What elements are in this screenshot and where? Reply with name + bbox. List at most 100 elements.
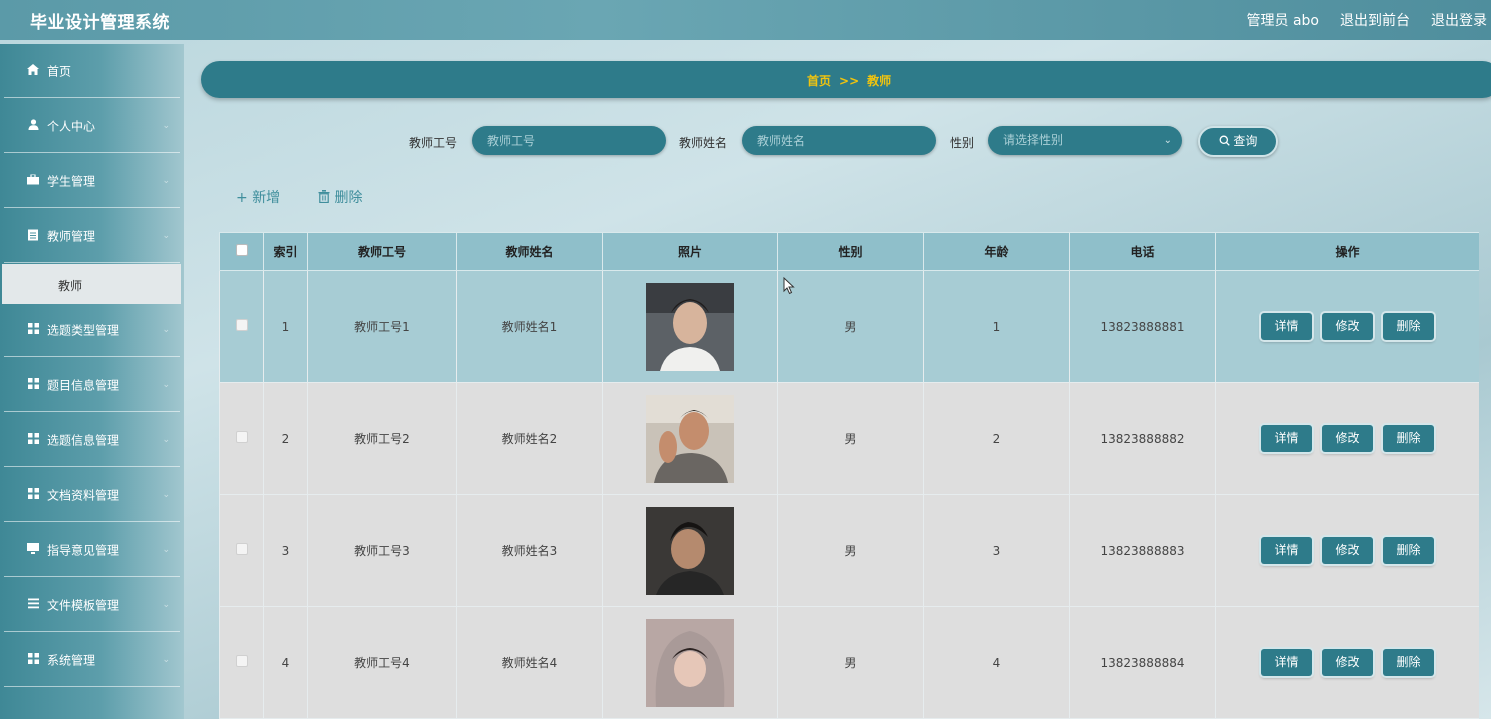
grid-icon [26,487,40,502]
grid-icon [26,377,40,392]
sidebar-item-label: 文件模板管理 [47,598,120,612]
teacher-id-cell: 教师工号1 [307,270,457,383]
chevron-up-icon: ⌄ [162,230,170,241]
sidebar-item-topic-type-management[interactable]: 选题类型管理 ⌄ [4,303,180,357]
exit-to-frontend-link[interactable]: 退出到前台 [1340,10,1410,30]
teacher-photo[interactable] [646,618,734,707]
index-cell: 3 [263,494,308,607]
sidebar-item-label: 题目信息管理 [47,378,120,392]
table-row[interactable]: 2 教师工号2 教师姓名2 男 2 13823888882 详情 修改 删除 [219,382,1479,495]
teacher-photo[interactable] [646,506,734,595]
row-select-cell [219,382,264,495]
chevron-down-icon: ⌄ [162,120,170,131]
admin-user-label[interactable]: 管理员 abo [1247,10,1319,30]
teacher-name-cell: 教师姓名1 [456,270,603,383]
teacher-table: 索引 教师工号 教师姓名 照片 性别 年龄 电话 操作 1 教师工号1 教师姓名… [219,232,1479,719]
sidebar-item-label: 学生管理 [47,174,96,188]
sidebar-item-label: 文档资料管理 [47,488,120,502]
column-header: 操作 [1215,232,1479,271]
grid-icon [26,652,40,667]
teacher-name-cell: 教师姓名2 [456,382,603,495]
sidebar-item-home[interactable]: 首页 [4,44,180,98]
delete-button[interactable]: 删除 [1383,425,1434,452]
teacher-id-label: 教师工号 [409,136,458,150]
query-button-label: 查询 [1233,134,1258,148]
operations-cell: 详情 修改 删除 [1215,382,1479,495]
batch-delete-button[interactable]: 删除 [318,187,362,207]
sidebar-item-label: 选题信息管理 [47,433,120,447]
phone-cell: 13823888881 [1069,270,1216,383]
gender-cell: 男 [777,606,924,719]
teacher-photo[interactable] [646,282,734,371]
edit-button[interactable]: 修改 [1322,649,1373,676]
chevron-down-icon: ⌄ [162,175,170,186]
operations-cell: 详情 修改 删除 [1215,270,1479,383]
grid-icon [26,432,40,447]
sidebar-item-label: 指导意见管理 [47,543,120,557]
table-row[interactable]: 4 教师工号4 教师姓名4 男 4 13823888884 详情 修改 删除 [219,606,1479,719]
column-header: 教师工号 [307,232,457,271]
sidebar-item-topic-info-management[interactable]: 题目信息管理 ⌄ [4,358,180,412]
column-header: 索引 [263,232,308,271]
sidebar-item-document-management[interactable]: 文档资料管理 ⌄ [4,468,180,522]
sidebar-item-selection-info-management[interactable]: 选题信息管理 ⌄ [4,413,180,467]
add-button-label: 新增 [252,190,281,206]
sidebar-subitem-label: 教师 [58,279,83,293]
teacher-id-cell: 教师工号2 [307,382,457,495]
batch-delete-label: 删除 [334,190,363,206]
gender-select[interactable]: 请选择性别 ⌄ [988,126,1182,155]
teacher-id-cell: 教师工号3 [307,494,457,607]
detail-button[interactable]: 详情 [1261,313,1312,340]
sidebar-subitem-teacher[interactable]: 教师 [2,264,181,304]
sidebar-item-label: 系统管理 [47,653,96,667]
logout-link[interactable]: 退出登录 [1431,10,1487,30]
detail-button[interactable]: 详情 [1261,425,1312,452]
breadcrumb-home[interactable]: 首页 [807,74,831,88]
chevron-down-icon: ⌄ [162,379,170,390]
row-checkbox[interactable] [235,655,248,667]
sidebar-item-template-management[interactable]: 文件模板管理 ⌄ [4,578,180,632]
add-button[interactable]: + 新增 [236,187,280,207]
sidebar-item-teacher-management[interactable]: 教师管理 ⌄ [4,209,180,263]
teacher-id-input[interactable] [472,126,666,155]
delete-button[interactable]: 删除 [1383,537,1434,564]
column-header: 性别 [777,232,924,271]
sidebar-item-system-management[interactable]: 系统管理 ⌄ [4,633,180,687]
row-checkbox[interactable] [235,431,248,443]
photo-cell [602,270,778,383]
age-cell: 3 [923,494,1070,607]
table-row[interactable]: 3 教师工号3 教师姓名3 男 3 13823888883 详情 修改 删除 [219,494,1479,607]
table-row[interactable]: 1 教师工号1 教师姓名1 男 1 13823888881 详情 修改 删除 [219,270,1479,383]
phone-cell: 13823888883 [1069,494,1216,607]
teacher-photo[interactable] [646,394,734,483]
gender-cell: 男 [777,382,924,495]
edit-button[interactable]: 修改 [1322,537,1373,564]
row-checkbox[interactable] [235,319,248,331]
breadcrumb: 首页 >> 教师 [201,61,1491,98]
row-checkbox[interactable] [235,543,248,555]
sidebar-item-personal-center[interactable]: 个人中心 ⌄ [4,99,180,153]
sidebar-item-student-management[interactable]: 学生管理 ⌄ [4,154,180,208]
age-cell: 2 [923,382,1070,495]
edit-button[interactable]: 修改 [1322,425,1373,452]
edit-button[interactable]: 修改 [1322,313,1373,340]
query-button[interactable]: 查询 [1198,126,1278,157]
column-header: 教师姓名 [456,232,603,271]
delete-button[interactable]: 删除 [1383,649,1434,676]
header-links: 管理员 abo 退出到前台 退出登录 [1247,10,1487,30]
index-cell: 2 [263,382,308,495]
sidebar-item-guidance-management[interactable]: 指导意见管理 ⌄ [4,523,180,577]
select-all-checkbox[interactable] [235,244,248,256]
phone-cell: 13823888884 [1069,606,1216,719]
delete-button[interactable]: 删除 [1383,313,1434,340]
select-all-cell [219,232,264,271]
detail-button[interactable]: 详情 [1261,649,1312,676]
sidebar-item-label: 个人中心 [47,119,96,133]
photo-cell [602,382,778,495]
detail-button[interactable]: 详情 [1261,537,1312,564]
monitor-icon [26,542,40,557]
breadcrumb-separator: >> [839,74,860,88]
row-select-cell [219,606,264,719]
teacher-name-input[interactable] [742,126,936,155]
chevron-down-icon: ⌄ [162,324,170,335]
